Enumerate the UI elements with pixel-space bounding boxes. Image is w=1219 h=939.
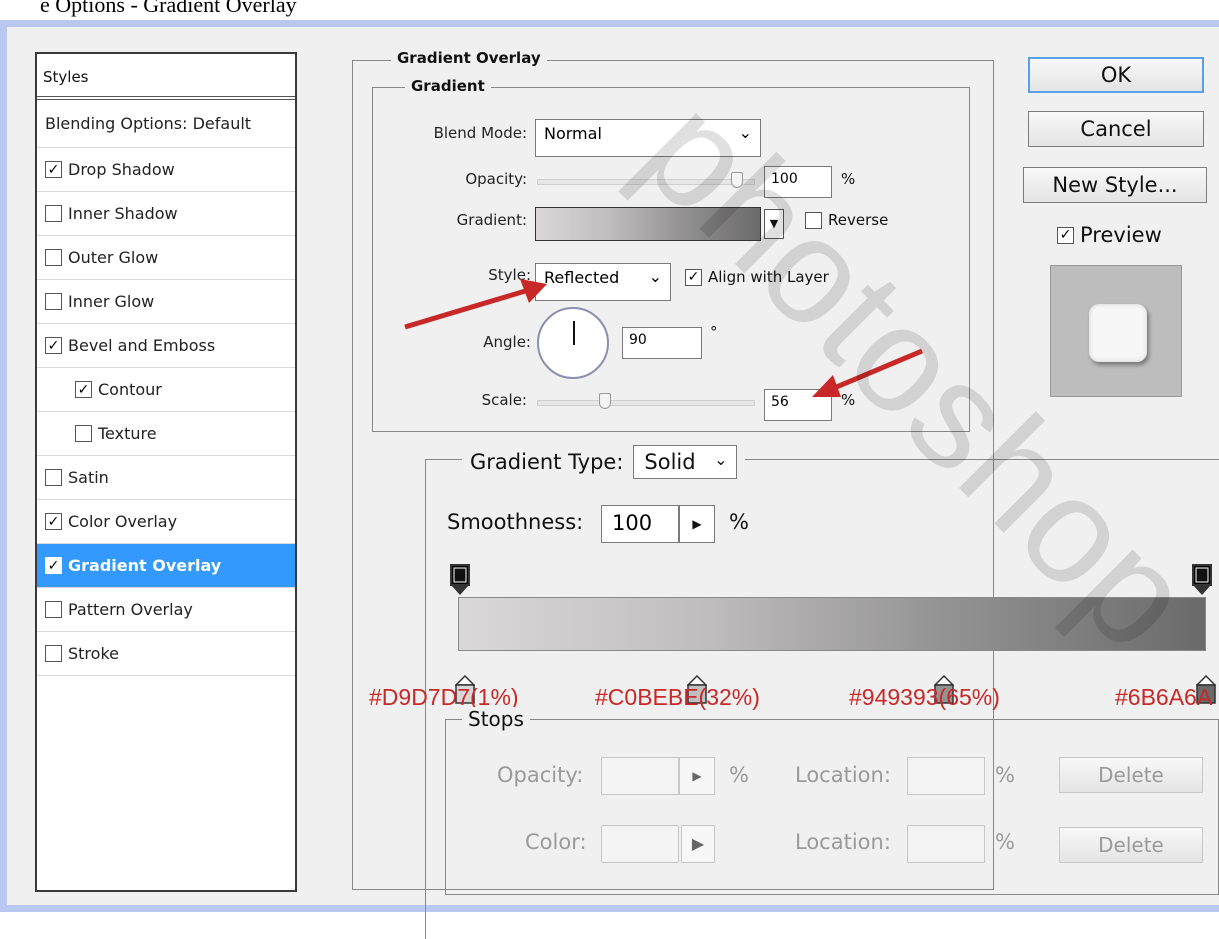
style-item-blending-options-default[interactable]: Blending Options: Default bbox=[37, 100, 295, 148]
stop-opacity-unit: % bbox=[729, 763, 749, 787]
style-item-label: Inner Glow bbox=[68, 292, 155, 311]
style-checkbox[interactable] bbox=[45, 293, 62, 310]
style-checkbox[interactable] bbox=[45, 601, 62, 618]
style-item-label: Texture bbox=[98, 424, 157, 443]
stop-opacity-label: Opacity: bbox=[497, 763, 584, 787]
gradient-type-label: Gradient Type: bbox=[470, 450, 624, 474]
color-stop-annotation: #C0BEBE(32%) bbox=[595, 684, 760, 710]
gradient-label: Gradient: bbox=[456, 211, 527, 229]
stop-color-swatch[interactable] bbox=[601, 825, 679, 863]
style-checkbox[interactable]: ✓ bbox=[45, 557, 62, 574]
styles-list: Styles Blending Options: Default ✓ Drop Sh… bbox=[35, 52, 297, 892]
style-item-label: Inner Shadow bbox=[68, 204, 178, 223]
style-item-texture[interactable]: Texture bbox=[37, 412, 295, 456]
style-checkbox[interactable]: ✓ bbox=[45, 513, 62, 530]
style-checkbox[interactable] bbox=[45, 205, 62, 222]
window-title: e Options - Gradient Overlay bbox=[40, 0, 297, 17]
blend-mode-value: Normal bbox=[544, 124, 602, 143]
style-item-contour[interactable]: ✓ Contour bbox=[37, 368, 295, 412]
stops-title: Stops bbox=[462, 707, 530, 731]
style-item-gradient-overlay[interactable]: ✓ Gradient Overlay bbox=[37, 544, 295, 588]
stop-color-picker-button[interactable]: ▶ bbox=[681, 825, 715, 863]
style-item-inner-shadow[interactable]: Inner Shadow bbox=[37, 192, 295, 236]
style-item-label: Blending Options: Default bbox=[45, 114, 252, 133]
preview-thumbnail bbox=[1050, 265, 1182, 397]
style-item-label: Color Overlay bbox=[68, 512, 178, 531]
style-item-label: Gradient Overlay bbox=[68, 556, 222, 575]
style-item-satin[interactable]: Satin bbox=[37, 456, 295, 500]
gradient-type-select[interactable]: Solid ⌄ bbox=[633, 445, 737, 479]
opacity-stop-left-inner bbox=[453, 567, 467, 583]
preview-shape bbox=[1089, 304, 1147, 362]
style-item-label: Pattern Overlay bbox=[68, 600, 193, 619]
preview-checkbox-box[interactable]: ✓ bbox=[1057, 226, 1074, 244]
style-item-inner-glow[interactable]: Inner Glow bbox=[37, 280, 295, 324]
stop-opacity-location-label: Location: bbox=[795, 763, 891, 787]
stop-opacity-input[interactable] bbox=[601, 757, 679, 795]
gradient-subtitle: Gradient bbox=[405, 77, 491, 95]
title-strip: e Options - Gradient Overlay bbox=[0, 0, 1219, 20]
style-item-label: Drop Shadow bbox=[68, 160, 175, 179]
style-item-bevel-and-emboss[interactable]: ✓ Bevel and Emboss bbox=[37, 324, 295, 368]
color-stop-annotation: #6B6A6A bbox=[1115, 684, 1213, 710]
style-item-outer-glow[interactable]: Outer Glow bbox=[37, 236, 295, 280]
style-item-stroke[interactable]: Stroke bbox=[37, 632, 295, 676]
blend-mode-label: Blend Mode: bbox=[433, 124, 527, 142]
stop-color-location-unit: % bbox=[995, 830, 1015, 854]
gradient-overlay-title: Gradient Overlay bbox=[391, 49, 547, 67]
delete-color-stop-button[interactable]: Delete bbox=[1059, 827, 1203, 863]
stop-opacity-stepper[interactable]: ▶ bbox=[679, 757, 715, 795]
color-stop-annotation: #949393(65%) bbox=[849, 684, 1000, 710]
smoothness-unit: % bbox=[729, 510, 749, 534]
smoothness-stepper[interactable]: ▶ bbox=[679, 505, 715, 543]
opacity-stop-left[interactable] bbox=[450, 564, 470, 596]
cancel-button[interactable]: Cancel bbox=[1028, 111, 1204, 147]
gradient-type-value: Solid bbox=[644, 450, 696, 474]
style-checkbox[interactable]: ✓ bbox=[45, 161, 62, 178]
stop-opacity-location-input[interactable] bbox=[907, 757, 985, 795]
smoothness-input[interactable]: 100 bbox=[601, 505, 679, 543]
stop-color-location-input[interactable] bbox=[907, 825, 985, 863]
stop-opacity-location-unit: % bbox=[995, 763, 1015, 787]
style-item-label: Outer Glow bbox=[68, 248, 159, 267]
chevron-down-icon: ⌄ bbox=[714, 450, 728, 469]
style-item-label: Satin bbox=[68, 468, 109, 487]
preview-checkbox[interactable]: ✓ Preview bbox=[1057, 223, 1162, 247]
opacity-stop-left-pointer bbox=[451, 585, 469, 595]
style-checkbox[interactable] bbox=[45, 645, 62, 662]
style-checkbox[interactable] bbox=[75, 425, 92, 442]
style-item-color-overlay[interactable]: ✓ Color Overlay bbox=[37, 500, 295, 544]
style-checkbox[interactable]: ✓ bbox=[45, 337, 62, 354]
arrow-line-style bbox=[404, 286, 533, 330]
style-item-drop-shadow[interactable]: ✓ Drop Shadow bbox=[37, 148, 295, 192]
style-item-pattern-overlay[interactable]: Pattern Overlay bbox=[37, 588, 295, 632]
smoothness-label: Smoothness: bbox=[447, 510, 584, 534]
style-checkbox[interactable] bbox=[45, 249, 62, 266]
opacity-label: Opacity: bbox=[465, 170, 527, 188]
preview-label: Preview bbox=[1080, 223, 1162, 247]
style-checkbox[interactable] bbox=[45, 469, 62, 486]
layer-style-dialog: Styles Blending Options: Default ✓ Drop Sh… bbox=[0, 20, 1219, 939]
stop-color-location-label: Location: bbox=[795, 830, 891, 854]
style-item-label: Stroke bbox=[68, 644, 119, 663]
stop-color-label: Color: bbox=[525, 830, 587, 854]
delete-opacity-stop-button[interactable]: Delete bbox=[1059, 757, 1203, 793]
gradient-type-row: Gradient Type: Solid ⌄ bbox=[462, 445, 745, 479]
ok-button[interactable]: OK bbox=[1028, 57, 1204, 93]
new-style-button[interactable]: New Style... bbox=[1023, 167, 1207, 203]
style-checkbox[interactable]: ✓ bbox=[75, 381, 92, 398]
style-item-label: Contour bbox=[98, 380, 162, 399]
style-item-label: Bevel and Emboss bbox=[68, 336, 216, 355]
stops-group bbox=[445, 719, 1219, 895]
styles-header[interactable]: Styles bbox=[37, 54, 295, 100]
